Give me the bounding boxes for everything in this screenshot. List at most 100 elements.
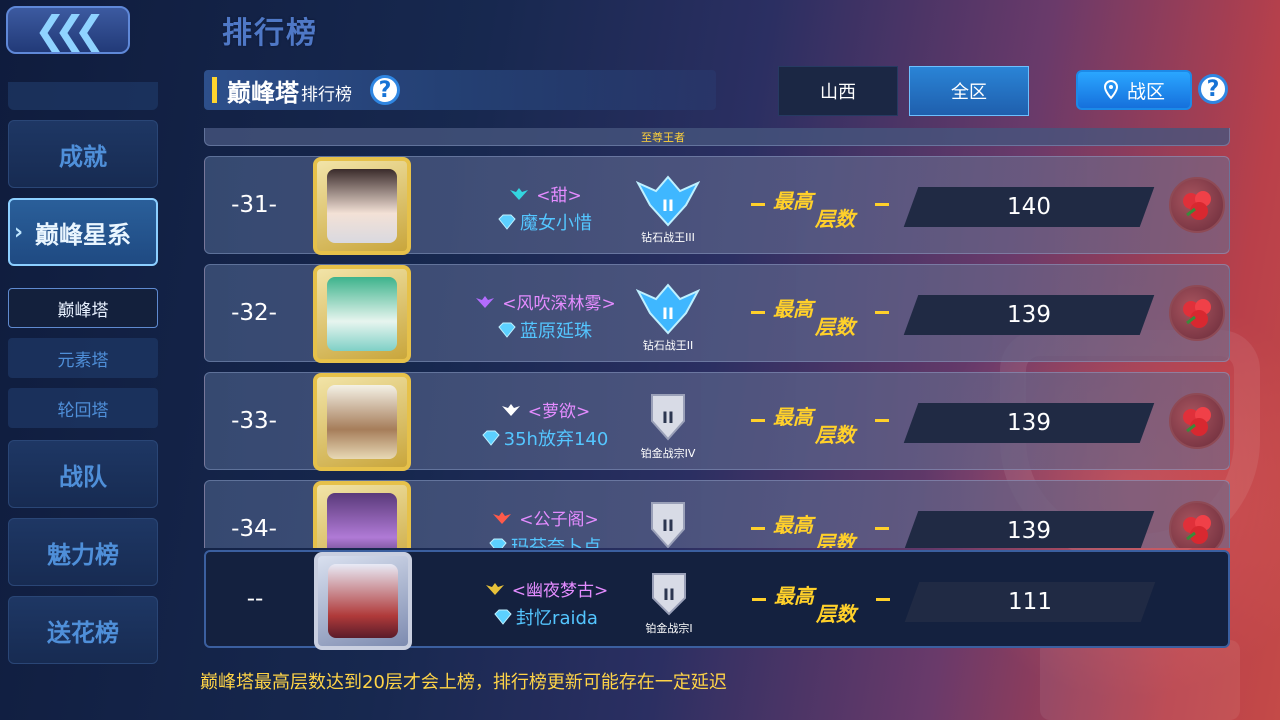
rank-number: -- [246, 586, 264, 612]
guild-name-text: <萝欲> [527, 402, 591, 422]
guild-emblem-icon [510, 187, 529, 200]
player-name-text: 35h放弃140 [503, 429, 609, 450]
header-accent-bar [212, 77, 217, 103]
rank-number: -34- [231, 516, 277, 542]
sidebar-item-label: 轮回塔 [57, 400, 109, 421]
help-icon[interactable]: ? [370, 75, 400, 105]
ranking-header: 巅峰塔 排行榜 ? [204, 70, 716, 110]
ranking-row[interactable]: -33- <萝欲> 35h放弃140 II 铂金战宗IV 最高 层数 139 [204, 372, 1230, 471]
player-name-text: 蓝原延珠 [520, 321, 592, 342]
best-floor-label: 最高 层数 [751, 185, 891, 231]
rank-number: -33- [231, 408, 277, 434]
sidebar-item-charm-rank[interactable]: 魅力榜 [8, 518, 158, 586]
tab-province[interactable]: 山西 [778, 66, 898, 116]
avatar-portrait [327, 277, 397, 351]
guild-emblem-icon [476, 295, 495, 308]
rank-badge: II 钻石战王II [633, 283, 703, 353]
sidebar-item-peak-galaxy[interactable]: 巅峰星系 [8, 198, 158, 266]
zone-help-icon[interactable]: ? [1198, 74, 1228, 104]
diamond-rank-icon: II [636, 283, 700, 335]
send-flower-button[interactable] [1169, 285, 1225, 341]
ranking-row[interactable]: -31- <甜> 魔女小惜 II 钻石战王III 最高 层数 140 [204, 156, 1230, 255]
ranking-row[interactable]: -34- <公子阁> 玛芬奈卜卢 II铂金战宗III 最高层数 139 [204, 480, 1230, 548]
avatar[interactable] [313, 157, 411, 255]
ranking-row[interactable]: -32- <风吹深林雾> 蓝原延珠 II 钻石战王II 最高 层数 139 [204, 264, 1230, 363]
diamond-icon [498, 322, 516, 338]
sidebar-item-label: 送花榜 [47, 618, 119, 647]
double-chevron-left-icon: ❮❮❮ [34, 8, 105, 52]
ranking-row-partial[interactable]: 至尊王者 [204, 128, 1230, 146]
best-floor-label: 最高 层数 [752, 580, 892, 626]
best-floor-label-top: 最高 [773, 297, 813, 321]
ranking-list[interactable]: 至尊王者 -31- <甜> 魔女小惜 II 钻石战王III 最高 层数 140 -32- <风吹深… [204, 128, 1232, 548]
rank-number: -31- [231, 192, 277, 218]
guild-name: <萝欲> [435, 397, 655, 422]
diamond-rank-icon: II [636, 175, 700, 227]
diamond-icon [489, 538, 507, 548]
my-ranking-row[interactable]: -- <幽夜梦古> 封忆raida II 铂金战宗I 最高 层数 111 [204, 550, 1230, 650]
sidebar-item-flower-rank[interactable]: 送花榜 [8, 596, 158, 664]
rose-icon [1183, 407, 1211, 436]
sidebar-subitem-cycle-tower[interactable]: 轮回塔 [8, 388, 158, 428]
zone-button-label: 战区 [1126, 80, 1165, 103]
svg-text:II: II [662, 304, 674, 323]
player-name: 封忆raida [436, 604, 656, 630]
score-value: 139 [1007, 518, 1051, 544]
rose-icon [1183, 515, 1211, 544]
best-floor-label-top: 最高 [774, 584, 814, 608]
ranking-title: 巅峰塔 [227, 78, 299, 107]
player-name-text: 魔女小惜 [520, 213, 592, 234]
best-floor-label-bottom: 层数 [815, 315, 855, 339]
avatar[interactable] [313, 373, 411, 471]
player-name: 玛芬奈卜卢 [435, 533, 655, 548]
guild-name: <幽夜梦古> [436, 576, 656, 601]
player-name-text: 玛芬奈卜卢 [511, 537, 601, 548]
svg-text:II: II [662, 408, 674, 427]
guild-name: <甜> [435, 181, 655, 206]
rank-badge-label: 铂金战宗IV [640, 447, 696, 460]
send-flower-button[interactable] [1169, 177, 1225, 233]
send-flower-button[interactable] [1169, 501, 1225, 548]
sidebar-item-label: 巅峰星系 [35, 220, 131, 249]
guild-emblem-icon [493, 511, 512, 524]
rank-badge: II 铂金战宗I [634, 570, 704, 636]
platinum-shield-icon: II [651, 502, 685, 548]
best-floor-label-bottom: 层数 [815, 423, 855, 447]
sidebar-item-label: 战队 [59, 462, 107, 491]
back-button[interactable]: ❮❮❮ [6, 6, 130, 54]
platinum-shield-icon: II [652, 573, 686, 616]
send-flower-button[interactable] [1169, 393, 1225, 449]
sidebar-subitem-element-tower[interactable]: 元素塔 [8, 338, 158, 378]
rank-badge-label: 铂金战宗I [645, 622, 693, 635]
player-name: 魔女小惜 [435, 209, 655, 235]
diamond-icon [494, 609, 512, 625]
rank-badge-label: 钻石战王III [641, 231, 695, 244]
avatar-portrait [327, 385, 397, 459]
diamond-icon [498, 214, 516, 230]
avatar[interactable] [314, 552, 412, 650]
page-title: 排行榜 [222, 16, 318, 51]
best-floor-label-top: 最高 [773, 189, 813, 213]
sidebar-subitem-peak-tower[interactable]: 巅峰塔 [8, 288, 158, 328]
score-value: 139 [1007, 410, 1051, 436]
avatar[interactable] [313, 265, 411, 363]
zone-button[interactable]: 战区 [1076, 70, 1192, 110]
platinum-shield-icon: II [651, 394, 685, 441]
rank-badge: II铂金战宗III [633, 499, 703, 548]
score-value: 139 [1007, 302, 1051, 328]
sidebar-item-label: 巅峰塔 [57, 300, 109, 321]
svg-text:II: II [662, 516, 674, 535]
guild-name-text: <公子阁> [519, 510, 599, 530]
sidebar-item-scrolled[interactable] [8, 82, 158, 110]
guild-name: <公子阁> [435, 505, 655, 530]
sidebar-item-label: 魅力榜 [47, 540, 119, 569]
svg-text:II: II [662, 196, 674, 215]
tab-all-regions[interactable]: 全区 [909, 66, 1029, 116]
sidebar-item-team[interactable]: 战队 [8, 440, 158, 508]
avatar[interactable] [313, 481, 411, 548]
best-floor-label: 最高 层数 [751, 293, 891, 339]
rose-icon [1183, 299, 1211, 328]
avatar-portrait [327, 169, 397, 243]
sidebar-item-achievement[interactable]: 成就 [8, 120, 158, 188]
guild-emblem-icon [501, 403, 520, 416]
